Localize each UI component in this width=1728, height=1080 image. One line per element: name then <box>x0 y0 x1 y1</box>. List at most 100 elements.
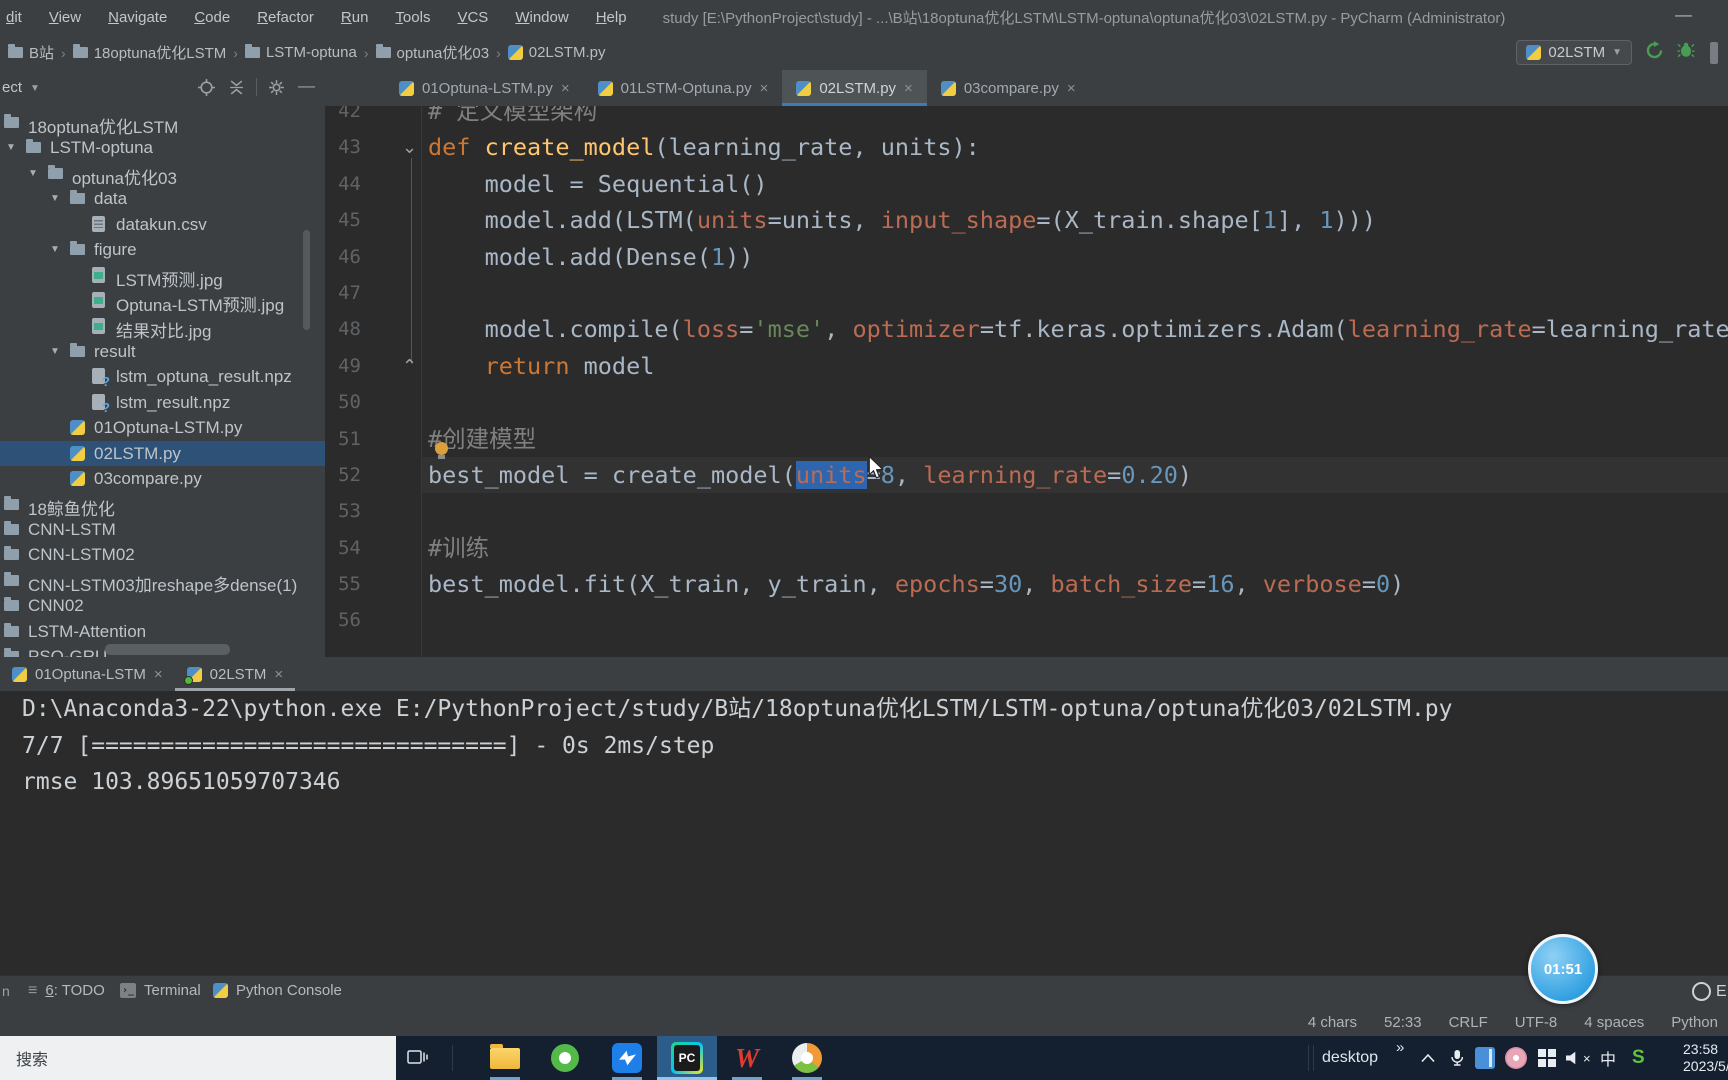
menu-tools[interactable]: Tools <box>395 9 430 26</box>
tree-item[interactable]: CNN-LSTM <box>0 517 325 542</box>
tree-expand-arrow-icon[interactable]: ▼ <box>50 244 60 255</box>
minimize-button[interactable]: — <box>1675 5 1692 25</box>
line-number[interactable]: 49 <box>325 348 361 384</box>
status-item[interactable]: 4 spaces <box>1584 1014 1644 1031</box>
close-tab-icon[interactable]: × <box>154 666 163 683</box>
taskbar-app-explorer[interactable] <box>475 1036 535 1080</box>
menu-vcs[interactable]: VCS <box>457 9 488 26</box>
ime-indicator[interactable]: 中 <box>1600 1036 1616 1080</box>
line-number[interactable]: 44 <box>325 166 361 202</box>
tree-item[interactable]: ▼ figure <box>0 237 325 262</box>
menu-code[interactable]: Code <box>194 9 230 26</box>
menu-run[interactable]: Run <box>341 9 369 26</box>
tray-sogou[interactable]: S <box>1632 1036 1645 1080</box>
line-number[interactable]: 53 <box>325 493 361 529</box>
line-number[interactable]: 55 <box>325 566 361 602</box>
tree-item[interactable]: Optuna-LSTM预测.jpg <box>0 288 325 315</box>
fold-marker-icon[interactable]: ⌃ <box>402 348 417 384</box>
close-tab-icon[interactable]: × <box>904 80 913 97</box>
breadcrumb-item[interactable]: LSTM-optuna <box>244 44 357 61</box>
line-number[interactable]: 45 <box>325 202 361 238</box>
line-number[interactable]: 54 <box>325 530 361 566</box>
rerun-button[interactable] <box>1645 40 1664 65</box>
line-number[interactable]: 48 <box>325 311 361 347</box>
tray-flower-app[interactable] <box>1505 1036 1527 1080</box>
tree-item[interactable]: 18optuna优化LSTM <box>0 110 325 137</box>
tree-item[interactable]: 01Optuna-LSTM.py <box>0 415 325 440</box>
horizontal-scrollbar-thumb[interactable] <box>105 644 230 655</box>
line-number[interactable]: 51 <box>325 421 361 457</box>
menu-help[interactable]: Help <box>596 9 627 26</box>
menu-view[interactable]: View <box>49 9 81 26</box>
close-tab-icon[interactable]: × <box>1067 80 1076 97</box>
tree-item[interactable]: ▼ optuna优化03 <box>0 161 325 188</box>
taskbar-app-browser[interactable] <box>535 1036 595 1080</box>
run-tab[interactable]: 01Optuna-LSTM × <box>0 657 175 691</box>
tree-item[interactable]: lstm_optuna_result.npz <box>0 364 325 389</box>
breadcrumb-item[interactable]: 18optuna优化LSTM <box>72 42 226 63</box>
tree-item[interactable]: CNN-LSTM02 <box>0 542 325 567</box>
close-tab-icon[interactable]: × <box>561 80 570 97</box>
line-number[interactable]: 56 <box>325 602 361 638</box>
breadcrumb-item[interactable]: optuna优化03 <box>375 42 489 63</box>
tree-item[interactable]: CNN02 <box>0 593 325 618</box>
run-configuration-select[interactable]: 02LSTM ▼ <box>1516 40 1632 65</box>
taskbar-app-wps[interactable]: W <box>717 1036 777 1080</box>
desktop-toolbar[interactable]: desktop <box>1322 1036 1378 1080</box>
todo-toolwindow-button[interactable]: ≡ 6: TODO <box>28 982 105 999</box>
taskbar-clock[interactable]: 23:58 2023/5/ <box>1683 1041 1728 1075</box>
tree-item[interactable]: ▼ result <box>0 339 325 364</box>
breadcrumb-item[interactable]: 02LSTM.py <box>507 44 605 61</box>
tree-expand-arrow-icon[interactable]: ▼ <box>28 168 38 179</box>
locate-file-button[interactable] <box>198 79 215 101</box>
run-tab[interactable]: 02LSTM × <box>175 657 295 691</box>
tree-item[interactable]: 02LSTM.py <box>0 440 325 467</box>
tree-item[interactable]: 18鲸鱼优化 <box>0 492 325 519</box>
tree-item[interactable]: CNN-LSTM03加reshape多dense(1) <box>0 568 325 595</box>
tray-microphone[interactable] <box>1448 1036 1466 1080</box>
status-item[interactable]: 52:33 <box>1384 1014 1422 1031</box>
tree-item[interactable]: datakun.csv <box>0 212 325 237</box>
tree-item[interactable]: ▼ data <box>0 186 325 211</box>
close-tab-icon[interactable]: × <box>760 80 769 97</box>
taskbar-app-thunder[interactable] <box>597 1036 657 1080</box>
menu-navigate[interactable]: Navigate <box>108 9 167 26</box>
show-hidden-icons-button[interactable] <box>1420 1036 1436 1080</box>
tree-item[interactable]: LSTM-Attention <box>0 619 325 644</box>
python-console-toolwindow-button[interactable]: Python Console <box>213 982 342 999</box>
tray-volume[interactable]: × <box>1566 1036 1591 1080</box>
tray-notebook-app[interactable] <box>1475 1036 1495 1080</box>
line-number[interactable]: 43 <box>325 129 361 165</box>
close-tab-icon[interactable]: × <box>274 666 283 683</box>
tree-item[interactable]: ▼ LSTM-optuna <box>0 135 325 160</box>
tree-item[interactable]: lstm_result.npz <box>0 390 325 415</box>
breadcrumb-item[interactable]: B站 <box>8 42 54 63</box>
fold-marker-icon[interactable]: ⌄ <box>402 129 417 165</box>
editor-tab[interactable]: 01LSTM-Optuna.py × <box>584 70 783 106</box>
editor-tab[interactable]: 02LSTM.py × <box>782 70 927 106</box>
status-item[interactable]: 4 chars <box>1308 1014 1357 1031</box>
line-number[interactable]: 46 <box>325 239 361 275</box>
gear-icon[interactable] <box>268 79 285 101</box>
menu-dit[interactable]: dit <box>6 9 22 26</box>
hide-panel-button[interactable]: — <box>298 76 315 96</box>
code-editor[interactable]: 42 # 定义模型架构 43 ⌄ def create_model(learning_r… <box>325 106 1728 657</box>
status-item[interactable]: Python <box>1671 1014 1718 1031</box>
editor-tab[interactable]: 01Optuna-LSTM.py × <box>385 70 584 106</box>
tree-expand-arrow-icon[interactable]: ▼ <box>6 142 16 153</box>
run-console[interactable]: D:\Anaconda3-22\python.exe E:/PythonProj… <box>0 691 1728 975</box>
tree-expand-arrow-icon[interactable]: ▼ <box>50 193 60 204</box>
menu-refactor[interactable]: Refactor <box>257 9 314 26</box>
toolbar-more-icon[interactable]: » <box>1396 1039 1404 1056</box>
status-item[interactable]: UTF-8 <box>1515 1014 1558 1031</box>
status-item[interactable]: CRLF <box>1449 1014 1488 1031</box>
taskbar-app-kingsoft[interactable] <box>777 1036 837 1080</box>
collapse-all-button[interactable] <box>228 79 245 101</box>
vertical-scrollbar-thumb[interactable] <box>303 230 310 330</box>
line-number[interactable]: 42 <box>325 106 361 129</box>
line-number[interactable]: 52 <box>325 457 361 493</box>
tray-windows-app[interactable] <box>1538 1036 1556 1080</box>
tree-item[interactable]: 03compare.py <box>0 466 325 491</box>
task-view-button[interactable] <box>404 1046 430 1073</box>
line-number[interactable]: 50 <box>325 384 361 420</box>
